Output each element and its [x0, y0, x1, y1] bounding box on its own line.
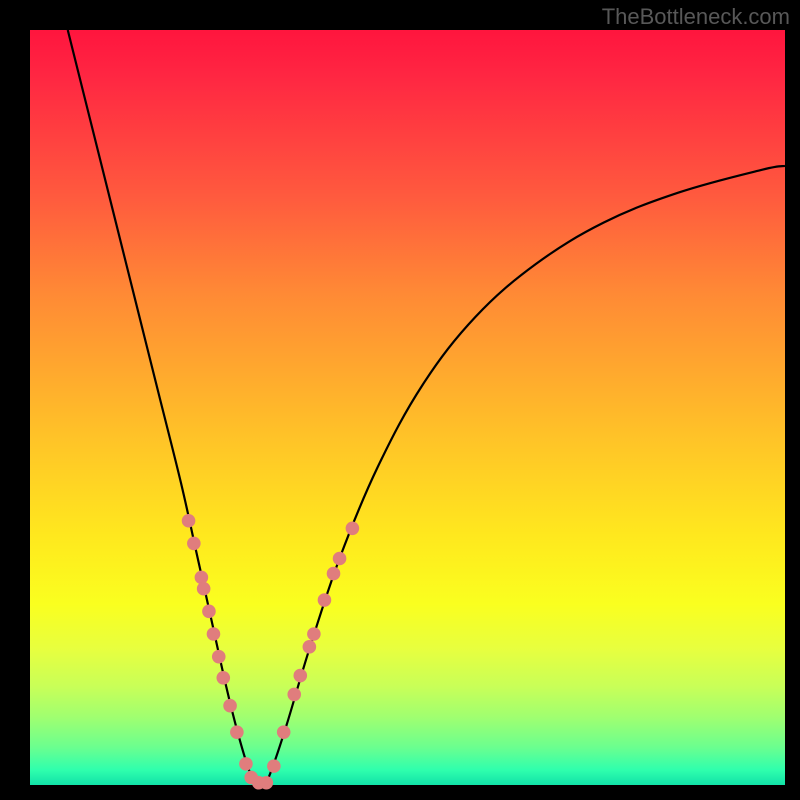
highlight-dot — [277, 725, 291, 739]
highlight-dot — [287, 688, 301, 702]
highlight-dot — [230, 725, 244, 739]
highlight-dot — [346, 522, 360, 536]
highlight-dot — [197, 582, 211, 596]
watermark-text: TheBottleneck.com — [602, 4, 790, 30]
highlight-dot — [207, 627, 221, 641]
highlight-dot — [293, 669, 307, 683]
highlight-dot — [327, 567, 341, 581]
highlight-dot — [202, 605, 216, 619]
highlight-dot — [260, 776, 274, 790]
highlight-dot — [187, 537, 201, 551]
plot-area — [30, 30, 785, 785]
highlight-dot — [333, 552, 347, 566]
highlight-dot — [303, 640, 317, 654]
highlight-dot — [223, 699, 237, 713]
highlight-dot — [195, 571, 209, 585]
highlight-dot — [307, 627, 321, 641]
highlight-dot — [318, 593, 332, 607]
highlight-dot — [267, 759, 281, 773]
chart-svg — [30, 30, 785, 785]
highlight-dot — [212, 650, 226, 664]
highlight-dot — [216, 671, 230, 685]
highlight-dots — [182, 514, 359, 790]
bottleneck-curve — [68, 30, 785, 787]
highlight-dot — [182, 514, 196, 528]
highlight-dot — [239, 757, 253, 771]
outer-frame: TheBottleneck.com — [0, 0, 800, 800]
